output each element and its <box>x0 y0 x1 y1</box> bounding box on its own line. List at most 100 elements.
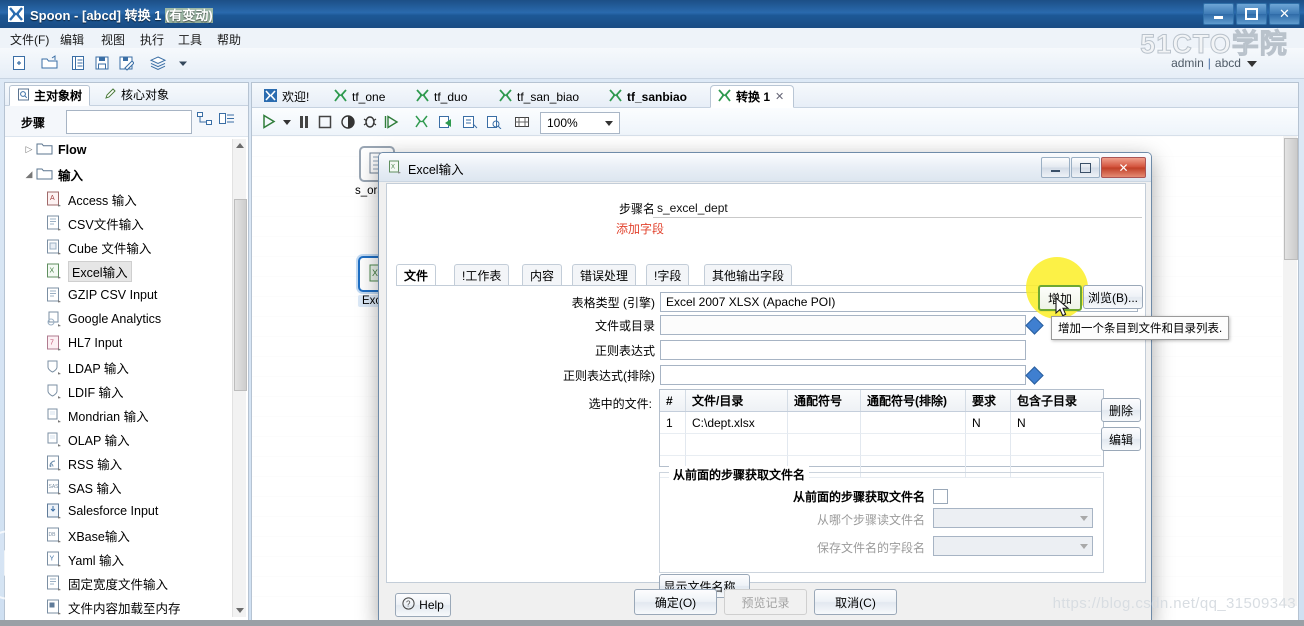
run-icon[interactable] <box>261 112 278 131</box>
dialog-tab-fields[interactable]: !字段 <box>646 264 690 286</box>
tab-tf-sanbiao[interactable]: tf_sanbiao <box>601 85 697 108</box>
collapse-all-icon[interactable] <box>219 112 237 128</box>
minimize-button[interactable] <box>1203 3 1234 25</box>
menu-item-file[interactable]: 文件(F) <box>10 31 49 48</box>
maximize-button[interactable] <box>1236 3 1267 25</box>
cancel-button[interactable]: 取消(C) <box>814 589 897 615</box>
tab-tf-san-biao[interactable]: tf_san_biao <box>491 85 589 108</box>
tree-item-load-file-content[interactable]: 文件内容加载至内存 <box>6 595 247 619</box>
dialog-tab-file[interactable]: 文件 <box>396 264 437 286</box>
dialog-title-label: Excel输入 <box>408 163 464 177</box>
help-button[interactable]: ? Help <box>395 593 451 617</box>
debug-icon[interactable] <box>362 112 378 131</box>
close-icon[interactable]: ✕ <box>775 90 784 103</box>
scrollbar-thumb[interactable] <box>234 199 247 391</box>
tree-item-hl7-input[interactable]: 7 HL7 Input <box>6 331 247 355</box>
expand-all-icon[interactable] <box>197 112 215 128</box>
tree-item-cube-input[interactable]: Cube 文件输入 <box>6 235 247 259</box>
chevron-down-icon[interactable]: ◢ <box>22 169 36 180</box>
tree-item-google-analytics[interactable]: Google Analytics <box>6 307 247 331</box>
tree-item-salesforce-input[interactable]: Salesforce Input <box>6 499 247 523</box>
tree-node-flow[interactable]: ▷ Flow <box>6 137 247 162</box>
get-filename-checkbox[interactable] <box>933 489 948 504</box>
table-row[interactable] <box>660 434 1103 456</box>
tree-item-gzip-csv-input[interactable]: GZIP CSV Input <box>6 283 247 307</box>
save-as-icon[interactable] <box>116 53 136 73</box>
stop-icon[interactable] <box>318 112 332 131</box>
menu-item-tools[interactable]: 工具 <box>178 31 202 48</box>
selected-files-table[interactable]: # 文件/目录 通配符号 通配符号(排除) 要求 包含子目录 1 C:\dept… <box>659 389 1104 478</box>
variable-diamond-icon[interactable] <box>1025 316 1044 335</box>
tree-item-xbase-input[interactable]: DB XBase输入 <box>6 523 247 547</box>
tree-item-sas-input[interactable]: SAS SAS 输入 <box>6 475 247 499</box>
tree-item-ldap-input[interactable]: LDAP 输入 <box>6 355 247 379</box>
dialog-tab-worksheet[interactable]: !工作表 <box>454 264 510 286</box>
preview-icon[interactable] <box>340 112 356 131</box>
tree-item-access-input[interactable]: A Access 输入 <box>6 187 247 211</box>
run-dropdown-icon[interactable] <box>282 112 292 131</box>
search-input[interactable] <box>66 110 192 134</box>
variable-diamond-icon[interactable] <box>1025 366 1044 385</box>
open-folder-icon[interactable] <box>40 53 60 73</box>
tree-item-olap-input[interactable]: OLAP 输入 <box>6 427 247 451</box>
db-icon[interactable] <box>462 112 478 131</box>
tab-transform-1[interactable]: 转换 1 ✕ <box>710 85 795 108</box>
tree-item-rss-input[interactable]: RSS 输入 <box>6 451 247 475</box>
delete-button[interactable]: 删除 <box>1101 398 1141 422</box>
dropdown-caret-icon[interactable] <box>173 53 193 73</box>
replay-icon[interactable] <box>384 112 400 131</box>
steps-tree[interactable]: ▷ Flow ◢ 输入 A Access 输入 CSV文件输入 Cube 文件输… <box>6 137 247 619</box>
regexp-exclude-input[interactable] <box>660 365 1026 385</box>
dialog-tab-error[interactable]: 错误处理 <box>572 264 637 286</box>
tree-item-mondrian-input[interactable]: Mondrian 输入 <box>6 403 247 427</box>
read-filename-from-step-select[interactable] <box>933 508 1093 528</box>
tab-tf-duo[interactable]: tf_duo <box>408 85 477 108</box>
dialog-minimize-button[interactable] <box>1041 157 1070 178</box>
transform-settings-icon[interactable] <box>414 112 430 131</box>
export-icon[interactable] <box>438 112 454 131</box>
chevron-right-icon[interactable]: ▷ <box>22 144 36 155</box>
tab-core-objects[interactable]: 核心对象 <box>97 85 176 104</box>
tab-tf-one[interactable]: tf_one <box>326 85 395 108</box>
document-search-icon <box>17 88 30 104</box>
list-icon[interactable] <box>68 53 88 73</box>
grid-icon[interactable] <box>514 112 530 131</box>
tree-item-excel-input[interactable]: X Excel输入 <box>6 259 247 283</box>
tab-welcome[interactable]: 欢迎! <box>256 85 319 108</box>
tree-node-input[interactable]: ◢ 输入 <box>6 162 247 187</box>
inspect-icon[interactable] <box>486 112 502 131</box>
close-button[interactable]: ✕ <box>1269 3 1300 25</box>
step-name-input[interactable] <box>653 198 1142 218</box>
editor-scrollbar[interactable] <box>1283 136 1298 606</box>
dialog-close-button[interactable]: ✕ <box>1101 157 1146 178</box>
ok-button[interactable]: 确定(O) <box>634 589 717 615</box>
tab-main-object-tree[interactable]: 主对象树 <box>9 85 91 106</box>
save-icon[interactable] <box>92 53 112 73</box>
edit-button[interactable]: 编辑 <box>1101 427 1141 451</box>
menu-item-edit[interactable]: 编辑 <box>60 31 84 48</box>
tree-item-csv-input[interactable]: CSV文件输入 <box>6 211 247 235</box>
preview-records-button[interactable]: 预览记录 <box>724 589 807 615</box>
table-row[interactable]: 1 C:\dept.xlsx N N <box>660 412 1103 434</box>
add-fields-link[interactable]: 添加字段 <box>616 220 664 237</box>
layers-icon[interactable] <box>148 53 168 73</box>
scroll-up-arrow-icon[interactable] <box>236 143 244 148</box>
scroll-down-arrow-icon[interactable] <box>236 608 244 613</box>
browse-button[interactable]: 浏览(B)... <box>1083 285 1143 309</box>
pause-icon[interactable] <box>298 112 310 131</box>
scrollbar-thumb[interactable] <box>1284 138 1298 260</box>
dialog-tab-other-out[interactable]: 其他输出字段 <box>704 264 793 286</box>
menu-item-run[interactable]: 执行 <box>140 31 164 48</box>
regexp-input[interactable] <box>660 340 1026 360</box>
gzip-csv-icon <box>46 287 63 303</box>
tree-item-ldif-input[interactable]: LDIF 输入 <box>6 379 247 403</box>
dialog-maximize-button[interactable] <box>1071 157 1100 178</box>
filename-field-select[interactable] <box>933 536 1093 556</box>
file-or-dir-input[interactable] <box>660 315 1026 335</box>
menu-item-help[interactable]: 帮助 <box>217 31 241 48</box>
menu-item-view[interactable]: 视图 <box>101 31 125 48</box>
left-panel-scrollbar[interactable] <box>232 139 247 617</box>
dialog-tab-content[interactable]: 内容 <box>522 264 563 286</box>
new-file-icon[interactable] <box>9 53 29 73</box>
zoom-level-select[interactable]: 100% <box>540 112 620 134</box>
